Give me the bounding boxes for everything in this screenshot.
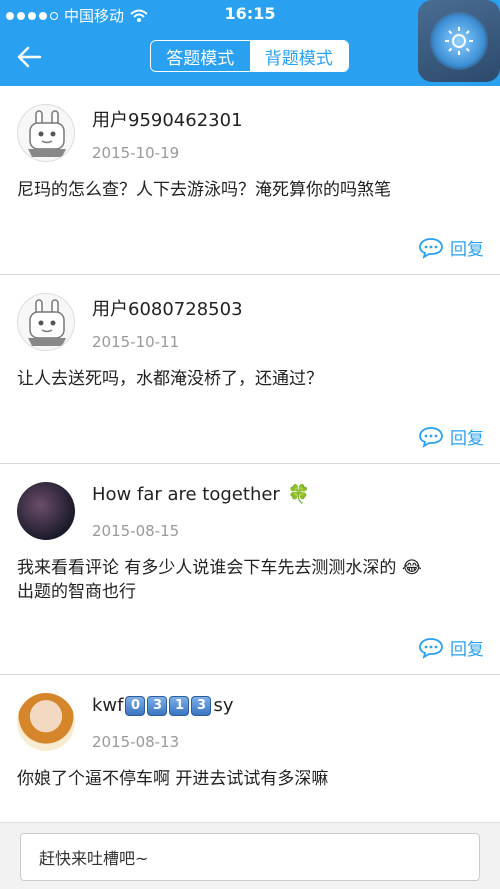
- comment-date: 2015-10-19: [92, 144, 180, 162]
- keycap-digit: 0: [125, 695, 146, 716]
- mode-segmented-control: 答题模式 背题模式: [150, 40, 349, 72]
- keycap-digit: 3: [147, 695, 168, 716]
- comment-content: 让人去送死吗，水都淹没桥了，还通过？: [17, 369, 323, 389]
- back-arrow-icon[interactable]: [14, 42, 44, 72]
- comment-date: 2015-10-11: [92, 333, 180, 351]
- comment-content: 尼玛的怎么查？人下去游泳吗？淹死算你的吗煞笔: [17, 180, 391, 200]
- chat-bubble-icon: [419, 237, 443, 259]
- username-suffix: sy: [213, 695, 234, 716]
- username[interactable]: 用户9590462301: [92, 106, 243, 132]
- comment-input[interactable]: 赶快来吐槽吧~: [20, 833, 480, 881]
- comment-content: 我来看看评论 有多少人说谁会下车先去测测水深的 😂 出题的智商也行: [17, 556, 486, 604]
- laughing-emoji: 😂: [401, 558, 422, 578]
- clover-emoji: 🍀: [287, 484, 311, 505]
- username-text: How far are together: [92, 484, 280, 505]
- comment-date: 2015-08-15: [92, 522, 180, 540]
- comment-list[interactable]: 用户9590462301 2015-10-19 尼玛的怎么查？人下去游泳吗？淹死…: [0, 86, 500, 822]
- avatar[interactable]: [17, 693, 75, 751]
- keycap-digit: 1: [169, 695, 190, 716]
- comment-input-bar: 赶快来吐槽吧~: [0, 822, 500, 889]
- chat-bubble-icon: [419, 426, 443, 448]
- comment-date: 2015-08-13: [92, 733, 180, 751]
- reply-label: 回复: [450, 240, 484, 260]
- brightness-icon: [430, 12, 488, 70]
- comment-text-line2: 出题的智商也行: [17, 582, 136, 602]
- reply-button[interactable]: 回复: [418, 635, 484, 660]
- tab-memorize-mode[interactable]: 背题模式: [249, 41, 348, 71]
- username-prefix: kwf: [92, 695, 124, 716]
- comment-item: 用户9590462301 2015-10-19 尼玛的怎么查？人下去游泳吗？淹死…: [0, 86, 500, 275]
- comment-item: 用户6080728503 2015-10-11 让人去送死吗，水都淹没桥了，还通…: [0, 275, 500, 464]
- robot-avatar-icon: [28, 299, 66, 346]
- reply-button[interactable]: 回复: [418, 424, 484, 449]
- comment-item: How far are together 🍀 2015-08-15 我来看看评论…: [0, 464, 500, 675]
- username[interactable]: 用户6080728503: [92, 295, 243, 321]
- keycap-digit: 3: [191, 695, 212, 716]
- username[interactable]: How far are together 🍀: [92, 484, 310, 505]
- comment-text: 我来看看评论 有多少人说谁会下车先去测测水深的: [17, 558, 397, 578]
- username[interactable]: kwf 0 3 1 3 sy: [92, 695, 234, 716]
- avatar[interactable]: [17, 293, 75, 351]
- comment-content: 你娘了个逼不停车啊 开进去试试有多深嘛: [17, 769, 329, 789]
- comment-item: kwf 0 3 1 3 sy 2015-08-13 你娘了个逼不停车啊 开进去试…: [0, 675, 500, 822]
- assistive-touch-button[interactable]: [418, 0, 500, 82]
- avatar[interactable]: [17, 482, 75, 540]
- chat-bubble-icon: [419, 637, 443, 659]
- robot-avatar-icon: [28, 110, 66, 157]
- reply-label: 回复: [450, 429, 484, 449]
- avatar[interactable]: [17, 104, 75, 162]
- reply-button[interactable]: 回复: [418, 235, 484, 260]
- tab-answer-mode[interactable]: 答题模式: [151, 41, 250, 71]
- reply-label: 回复: [450, 640, 484, 660]
